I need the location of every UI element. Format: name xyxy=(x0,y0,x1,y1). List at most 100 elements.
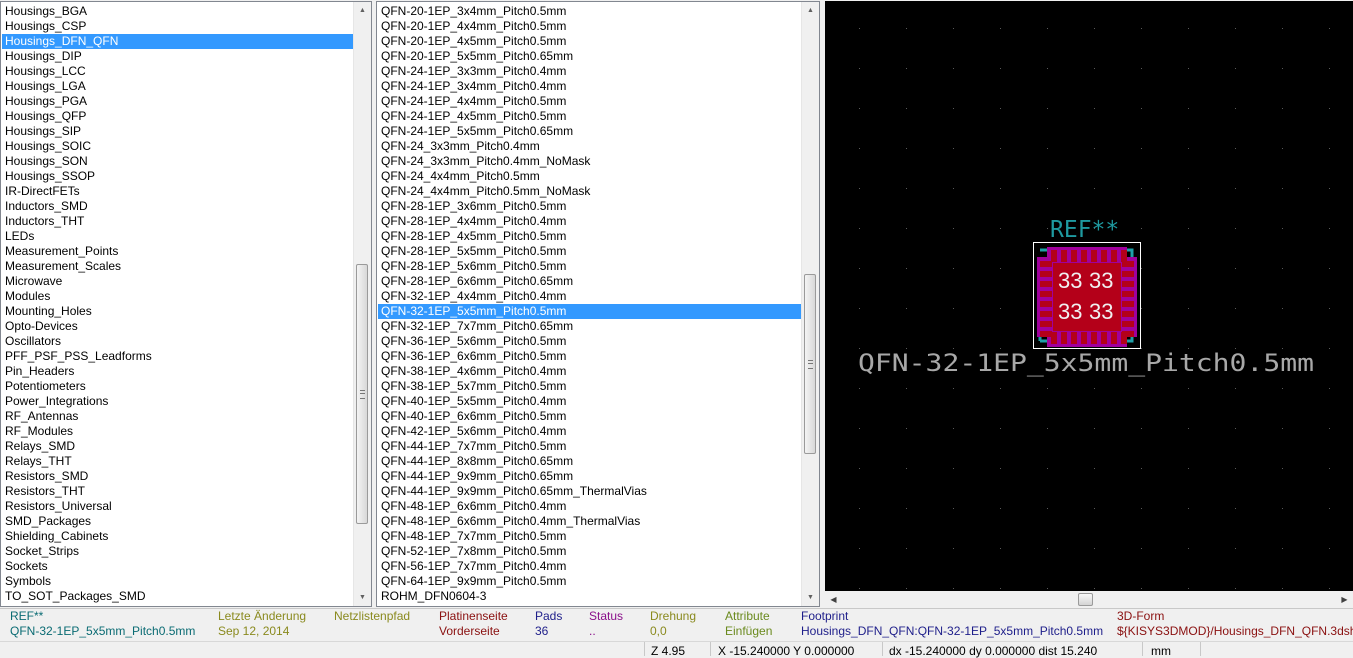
library-scroll-thumb[interactable] xyxy=(356,264,368,524)
pad-label: 33 xyxy=(1089,299,1113,324)
footprint-list-item[interactable]: QFN-32-1EP_5x5mm_Pitch0.5mm xyxy=(378,304,801,319)
footprint-list-item[interactable]: QFN-56-1EP_7x7mm_Pitch0.4mm xyxy=(378,559,801,574)
library-list-item[interactable]: Housings_PGA xyxy=(2,94,353,109)
library-list-item[interactable]: Oscillators xyxy=(2,334,353,349)
canvas-scroll-thumb[interactable] xyxy=(1078,593,1093,606)
library-list-item[interactable]: Resistors_SMD xyxy=(2,469,353,484)
footprint-preview-canvas[interactable]: REF** 33 33 33 33 QFN-32-1EP_5x5mm_Pitch… xyxy=(825,1,1353,591)
library-list-item[interactable]: Housings_DIP xyxy=(2,49,353,64)
library-list-item[interactable]: Power_Integrations xyxy=(2,394,353,409)
library-list-item[interactable]: Relays_THT xyxy=(2,454,353,469)
library-list-item[interactable]: TO_SOT_Packages_SMD xyxy=(2,589,353,604)
library-list-item[interactable]: Resistors_THT xyxy=(2,484,353,499)
library-list-item[interactable]: Relays_SMD xyxy=(2,439,353,454)
footprint-list-item[interactable]: QFN-64-1EP_9x9mm_Pitch0.5mm xyxy=(378,574,801,589)
library-list-item[interactable]: Socket_Strips xyxy=(2,544,353,559)
library-list-item[interactable]: Pin_Headers xyxy=(2,364,353,379)
footprint-list-item[interactable]: QFN-48-1EP_7x7mm_Pitch0.5mm xyxy=(378,529,801,544)
footprint-list-item[interactable]: QFN-20-1EP_3x4mm_Pitch0.5mm xyxy=(378,4,801,19)
footprint-list-item[interactable]: QFN-36-1EP_5x6mm_Pitch0.5mm xyxy=(378,334,801,349)
footprint-list-item[interactable]: QFN-28-1EP_6x6mm_Pitch0.65mm xyxy=(378,274,801,289)
library-list-item[interactable]: Opto-Devices xyxy=(2,319,353,334)
library-list-item[interactable]: Sockets xyxy=(2,559,353,574)
library-list-item[interactable]: Housings_CSP xyxy=(2,19,353,34)
library-list-item[interactable]: Resistors_Universal xyxy=(2,499,353,514)
library-list-item[interactable]: Housings_SIP xyxy=(2,124,353,139)
scroll-left-arrow-icon[interactable]: ◀ xyxy=(825,591,842,608)
library-list-item[interactable]: RF_Modules xyxy=(2,424,353,439)
library-list-item[interactable]: Potentiometers xyxy=(2,379,353,394)
library-list-item[interactable]: Housings_LCC xyxy=(2,64,353,79)
library-list-item[interactable]: Housings_LGA xyxy=(2,79,353,94)
footprint-list-item[interactable]: QFN-44-1EP_8x8mm_Pitch0.65mm xyxy=(378,454,801,469)
footprint-list-item[interactable]: QFN-42-1EP_5x6mm_Pitch0.4mm xyxy=(378,424,801,439)
footprint-list-item[interactable]: QFN-28-1EP_4x5mm_Pitch0.5mm xyxy=(378,229,801,244)
scroll-down-arrow-icon[interactable]: ▼ xyxy=(354,589,371,606)
footprint-list-item[interactable]: QFN-24-1EP_3x3mm_Pitch0.4mm xyxy=(378,64,801,79)
footprint-list-item[interactable]: QFN-38-1EP_4x6mm_Pitch0.4mm xyxy=(378,364,801,379)
footprint-list-item[interactable]: QFN-28-1EP_3x6mm_Pitch0.5mm xyxy=(378,199,801,214)
footprint-list-item[interactable]: QFN-20-1EP_5x5mm_Pitch0.65mm xyxy=(378,49,801,64)
footprint-list-item[interactable]: QFN-44-1EP_9x9mm_Pitch0.65mm_ThermalVias xyxy=(378,484,801,499)
library-list-item[interactable]: PFF_PSF_PSS_Leadforms xyxy=(2,349,353,364)
footprint-list-item[interactable]: QFN-24_3x3mm_Pitch0.4mm_NoMask xyxy=(378,154,801,169)
scroll-down-arrow-icon[interactable]: ▼ xyxy=(802,589,819,606)
footprint-list-item[interactable]: QFN-48-1EP_6x6mm_Pitch0.4mm xyxy=(378,499,801,514)
library-list-item[interactable]: Housings_DFN_QFN xyxy=(2,34,353,49)
library-list-item[interactable]: IR-DirectFETs xyxy=(2,184,353,199)
library-scrollbar[interactable]: ▲ ▼ xyxy=(353,2,371,606)
scroll-up-arrow-icon[interactable]: ▲ xyxy=(802,2,819,19)
footprint-list-item[interactable]: QFN-24_3x3mm_Pitch0.4mm xyxy=(378,139,801,154)
footprint-list[interactable]: QFN-20-1EP_3x4mm_Pitch0.5mm QFN-20-1EP_4x… xyxy=(376,1,820,607)
footprint-list-item[interactable]: QFN-24_4x4mm_Pitch0.5mm_NoMask xyxy=(378,184,801,199)
library-list-item[interactable]: Housings_QFP xyxy=(2,109,353,124)
library-list-item[interactable]: LEDs xyxy=(2,229,353,244)
footprint-list-item[interactable]: QFN-20-1EP_4x5mm_Pitch0.5mm xyxy=(378,34,801,49)
library-list[interactable]: Housings_BGA Housings_CSP Housings_DFN_QFN… xyxy=(0,1,372,607)
library-list-item[interactable]: Shielding_Cabinets xyxy=(2,529,353,544)
footprint-list-item[interactable]: QFN-20-1EP_4x4mm_Pitch0.5mm xyxy=(378,19,801,34)
footprint-scrollbar[interactable]: ▲ ▼ xyxy=(801,2,819,606)
footprint-scroll-thumb[interactable] xyxy=(804,274,816,454)
footprint-list-item[interactable]: QFN-28-1EP_4x4mm_Pitch0.4mm xyxy=(378,214,801,229)
footprint-list-item[interactable]: QFN-24-1EP_3x4mm_Pitch0.4mm xyxy=(378,79,801,94)
library-list-item[interactable]: SMD_Packages xyxy=(2,514,353,529)
scroll-right-arrow-icon[interactable]: ▶ xyxy=(1336,591,1353,608)
footprint-list-item[interactable]: QFN-28-1EP_5x5mm_Pitch0.5mm xyxy=(378,244,801,259)
library-list-item[interactable]: Modules xyxy=(2,289,353,304)
footprint-list-item[interactable]: QFN-32-1EP_4x4mm_Pitch0.4mm xyxy=(378,289,801,304)
footprint-list-item[interactable]: QFN-48-1EP_6x6mm_Pitch0.4mm_ThermalVias xyxy=(378,514,801,529)
footprint-list-item[interactable]: QFN-52-1EP_7x8mm_Pitch0.5mm xyxy=(378,544,801,559)
library-list-item[interactable]: Microwave xyxy=(2,274,353,289)
library-list-item[interactable]: Measurement_Scales xyxy=(2,259,353,274)
footprint-list-item[interactable]: QFN-24-1EP_5x5mm_Pitch0.65mm xyxy=(378,124,801,139)
footprint-list-item[interactable]: QFN-44-1EP_7x7mm_Pitch0.5mm xyxy=(378,439,801,454)
library-list-item[interactable]: Housings_BGA xyxy=(2,4,353,19)
footprint-list-item[interactable]: QFN-24_4x4mm_Pitch0.5mm xyxy=(378,169,801,184)
canvas-horizontal-scrollbar[interactable]: ◀ ▶ xyxy=(825,591,1353,608)
field-value: 0,0 xyxy=(650,624,667,638)
footprint-list-item[interactable]: QFN-28-1EP_5x6mm_Pitch0.5mm xyxy=(378,259,801,274)
library-list-item[interactable]: Inductors_SMD xyxy=(2,199,353,214)
library-list-item[interactable]: Mounting_Holes xyxy=(2,304,353,319)
library-list-item[interactable]: Housings_SOIC xyxy=(2,139,353,154)
footprint-list-item[interactable]: ROHM_DFN0604-3 xyxy=(378,589,801,604)
library-list-item[interactable]: Measurement_Points xyxy=(2,244,353,259)
library-list-item[interactable]: Housings_SSOP xyxy=(2,169,353,184)
library-list-item[interactable]: Symbols xyxy=(2,574,353,589)
footprint-list-item[interactable]: QFN-40-1EP_5x5mm_Pitch0.4mm xyxy=(378,394,801,409)
footprint-list-item[interactable]: QFN-38-1EP_5x7mm_Pitch0.5mm xyxy=(378,379,801,394)
library-list-item[interactable]: Housings_SON xyxy=(2,154,353,169)
pad xyxy=(1081,332,1087,344)
library-list-item[interactable]: RF_Antennas xyxy=(2,409,353,424)
scroll-up-arrow-icon[interactable]: ▲ xyxy=(354,2,371,19)
footprint-list-item[interactable]: QFN-36-1EP_6x6mm_Pitch0.5mm xyxy=(378,349,801,364)
pad xyxy=(1040,291,1052,297)
footprint-list-item[interactable]: QFN-32-1EP_7x7mm_Pitch0.65mm xyxy=(378,319,801,334)
footprint-list-item[interactable]: QFN-24-1EP_4x5mm_Pitch0.5mm xyxy=(378,109,801,124)
pad xyxy=(1081,250,1087,262)
footprint-list-item[interactable]: QFN-40-1EP_6x6mm_Pitch0.5mm xyxy=(378,409,801,424)
footprint-list-item[interactable]: QFN-44-1EP_9x9mm_Pitch0.65mm xyxy=(378,469,801,484)
footprint-list-item[interactable]: QFN-24-1EP_4x4mm_Pitch0.5mm xyxy=(378,94,801,109)
library-list-item[interactable]: Inductors_THT xyxy=(2,214,353,229)
